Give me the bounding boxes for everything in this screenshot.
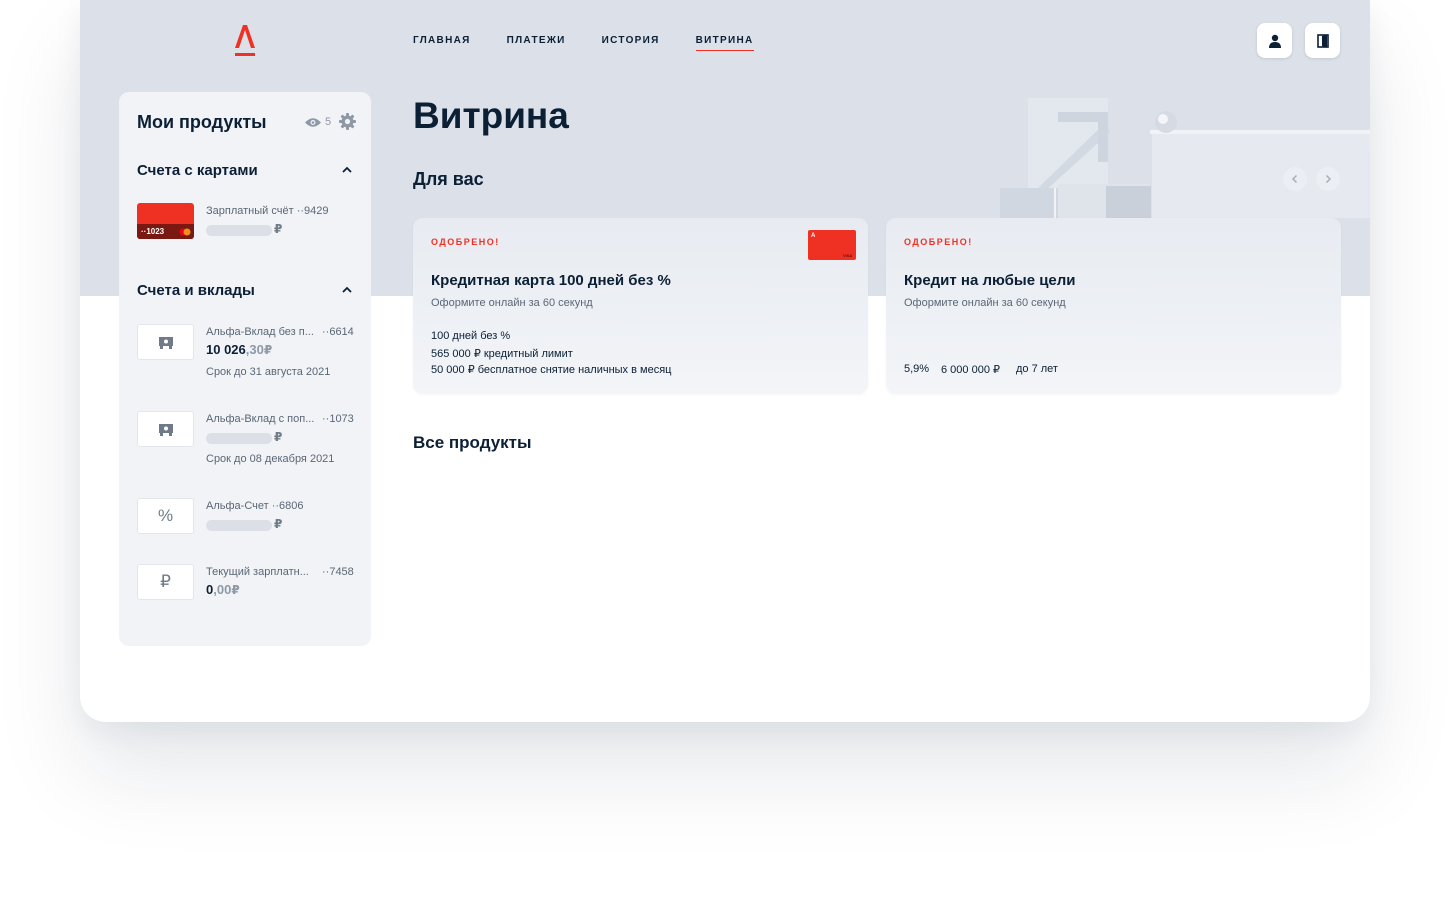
product-current-7458[interactable]: ₽ Текущий зарплатн... ··7458 0,00₽ <box>137 564 357 614</box>
page-title: Витрина <box>413 95 569 136</box>
currency: ₽ <box>274 517 283 531</box>
chevron-up-icon[interactable] <box>341 164 353 176</box>
chevron-up-icon[interactable] <box>341 284 353 296</box>
offer-card-loan[interactable]: ОДОБРЕНО! Кредит на любые цели Оформите … <box>886 218 1341 394</box>
approved-badge: ОДОБРЕНО! <box>904 237 973 247</box>
chevron-left-icon <box>1291 174 1298 184</box>
section-title-accounts: Счета и вклады <box>137 282 255 299</box>
offer-feature: 100 дней без % <box>431 330 511 342</box>
products-sidebar: Мои продукты 5 Счета с картами ··1023 За… <box>119 92 371 646</box>
deposit-term: Срок до 08 декабря 2021 <box>206 453 335 465</box>
section-title-cards: Счета с картами <box>137 162 258 179</box>
product-deposit-1073[interactable]: Альфа-Вклад с поп... ··1073 ₽ Срок до 08… <box>137 411 357 467</box>
product-balance: 0,00₽ <box>206 582 240 597</box>
nav-item-payments[interactable]: ПЛАТЕЖИ <box>507 35 566 51</box>
product-name: Альфа-Вклад с поп... <box>206 413 315 425</box>
offer-title: Кредит на любые цели <box>904 272 1076 289</box>
section-title-for-you: Для вас <box>413 169 484 189</box>
profile-button[interactable] <box>1257 23 1292 58</box>
product-number: ··7458 <box>322 566 354 578</box>
product-name: Альфа-Вклад без п... <box>206 326 314 338</box>
mastercard-icon <box>179 228 191 236</box>
deposit-term: Срок до 31 августа 2021 <box>206 366 331 378</box>
currency: ₽ <box>274 222 283 236</box>
nav-item-main[interactable]: ГЛАВНАЯ <box>413 35 471 51</box>
gear-icon[interactable] <box>339 113 356 130</box>
nav-item-history[interactable]: ИСТОРИЯ <box>602 35 660 51</box>
offer-subtitle: Оформите онлайн за 60 секунд <box>431 297 593 309</box>
approved-badge: ОДОБРЕНО! <box>431 237 500 247</box>
app-window: ГЛАВНАЯ ПЛАТЕЖИ ИСТОРИЯ ВИТРИНА Мои прод… <box>80 0 1370 722</box>
product-number: ··1073 <box>322 413 354 425</box>
offer-title: Кредитная карта 100 дней без % <box>431 272 671 289</box>
sidebar-title: Мои продукты <box>137 112 267 132</box>
currency: ₽ <box>274 430 283 444</box>
product-salary-card[interactable]: ··1023 Зарплатный счёт ··9429 ₽ <box>137 203 357 253</box>
eye-icon <box>305 117 321 127</box>
offer-amount: 6 000 000 ₽ <box>941 364 1000 376</box>
offer-subtitle: Оформите онлайн за 60 секунд <box>904 297 1066 309</box>
product-number: ··6614 <box>322 326 354 338</box>
credit-card-image: A VISA <box>808 230 856 260</box>
offer-term: до 7 лет <box>1016 363 1058 375</box>
offer-card-credit-card[interactable]: ОДОБРЕНО! A VISA Кредитная карта 100 дне… <box>413 218 868 394</box>
hidden-balance <box>206 520 272 531</box>
profile-icon <box>1268 34 1281 48</box>
product-deposit-6614[interactable]: Альфа-Вклад без п... ··6614 10 026,30₽ С… <box>137 324 357 380</box>
hidden-balance <box>206 433 272 444</box>
main-nav: ГЛАВНАЯ ПЛАТЕЖИ ИСТОРИЯ ВИТРИНА <box>413 35 790 51</box>
product-name: Зарплатный счёт ··9429 <box>206 205 329 217</box>
section-title-all-products: Все продукты <box>413 433 532 452</box>
logout-button[interactable] <box>1305 23 1340 58</box>
offer-feature: 565 000 ₽ кредитный лимит <box>431 348 573 360</box>
chevron-right-icon <box>1325 174 1332 184</box>
product-name: Альфа-Счет ··6806 <box>206 500 304 512</box>
deposit-icon <box>137 324 194 360</box>
card-thumbnail: ··1023 <box>137 203 194 239</box>
product-balance: 10 026,30₽ <box>206 342 273 357</box>
card-number: ··1023 <box>141 227 165 236</box>
ruble-icon: ₽ <box>137 564 194 600</box>
deposit-icon <box>137 411 194 447</box>
logout-icon <box>1316 33 1329 48</box>
carousel-next-button[interactable] <box>1316 167 1340 191</box>
hidden-products-toggle[interactable]: 5 <box>305 116 331 128</box>
hero-illustration <box>1000 98 1370 218</box>
percent-icon: % <box>137 498 194 534</box>
carousel-prev-button[interactable] <box>1283 167 1307 191</box>
hidden-balance <box>206 225 272 236</box>
card-brand: VISA <box>843 253 853 258</box>
product-account-6806[interactable]: % Альфа-Счет ··6806 ₽ <box>137 498 357 548</box>
hidden-count: 5 <box>325 116 332 128</box>
product-name: Текущий зарплатн... <box>206 566 309 578</box>
nav-item-showcase[interactable]: ВИТРИНА <box>695 35 754 51</box>
offer-rate: 5,9% <box>904 363 930 375</box>
offer-feature: 50 000 ₽ бесплатное снятие наличных в ме… <box>431 364 672 376</box>
alfa-logo-icon[interactable] <box>230 22 260 58</box>
